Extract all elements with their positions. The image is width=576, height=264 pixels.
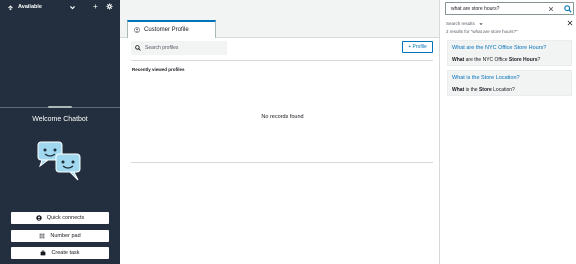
dialpad-icon (39, 233, 45, 239)
clear-icon[interactable] (548, 6, 554, 12)
close-icon[interactable] (567, 20, 573, 26)
quick-connects-label: Quick connects (46, 215, 85, 221)
answer-highlight: Store (478, 87, 492, 93)
quick-connects-button[interactable]: Quick connects (11, 212, 109, 224)
gear-icon[interactable] (106, 3, 113, 10)
add-profile-button[interactable]: + Profile (402, 41, 433, 53)
agent-status-bar: Available + (0, 0, 120, 15)
profile-search (131, 41, 227, 55)
user-circle-icon (134, 27, 140, 33)
search-icon (135, 45, 141, 51)
divider (131, 60, 433, 61)
answer-highlight: Store Hours (508, 57, 538, 63)
number-pad-button[interactable]: Number pad (11, 230, 109, 242)
answer-text: Location? (491, 87, 515, 93)
answer-text: are the NYC Office (464, 57, 509, 63)
divider (131, 162, 433, 163)
resize-handle[interactable] (48, 106, 72, 108)
result-answer: What are the NYC Office Store Hours? (452, 57, 540, 63)
agent-status-label[interactable]: Available (18, 4, 42, 10)
tab-customer-profile[interactable]: Customer Profile (127, 20, 216, 38)
knowledge-search-input[interactable] (451, 5, 541, 13)
number-pad-label: Number pad (50, 233, 81, 239)
customer-profile-app: Customer Profile + Profile Recently view… (120, 0, 439, 264)
caret-down-icon (479, 22, 483, 25)
cloud-icon (7, 5, 14, 11)
create-task-label: Create task (51, 250, 80, 256)
chevron-down-icon[interactable] (69, 4, 76, 11)
result-question-link[interactable]: What is the Store Location? (452, 75, 520, 81)
search-icon[interactable] (564, 5, 572, 13)
knowledge-panel: Search results 2 results for "what are s… (439, 0, 576, 264)
tab-label: Customer Profile (144, 27, 189, 33)
answer-highlight: What (452, 87, 465, 93)
search-results-header[interactable]: Search results (446, 21, 483, 26)
search-result-card[interactable]: What are the NYC Office Store Hours? Wha… (447, 40, 572, 66)
knowledge-search (445, 2, 574, 15)
search-result-card[interactable]: What is the Store Location? What is the … (447, 70, 572, 96)
empty-state-message: No records found (261, 114, 304, 120)
answer-text: ? (537, 57, 541, 63)
recent-profiles-heading: Recently viewed profiles (132, 67, 185, 72)
user-icon (35, 215, 42, 221)
add-icon[interactable]: + (93, 2, 98, 12)
search-profiles-input[interactable] (145, 45, 223, 51)
briefcase-icon (41, 250, 46, 256)
agent-sidebar: Available + Welcome Chatbot Quick connec… (0, 0, 120, 264)
chat-bubbles-icon (37, 141, 81, 181)
create-task-button[interactable]: Create task (11, 247, 109, 259)
welcome-title: Welcome Chatbot (32, 116, 88, 123)
profile-content: + Profile Recently viewed profiles No re… (120, 38, 439, 264)
answer-text: is the (464, 87, 479, 93)
answer-highlight: What (452, 57, 465, 63)
search-results-label: Search results (446, 21, 475, 26)
results-count: 2 results for "what are store hours?" (446, 29, 518, 34)
result-answer: What is the Store Location? (452, 87, 515, 93)
result-question-link[interactable]: What are the NYC Office Store Hours? (452, 45, 546, 51)
app-tab-strip: Customer Profile (120, 0, 439, 38)
